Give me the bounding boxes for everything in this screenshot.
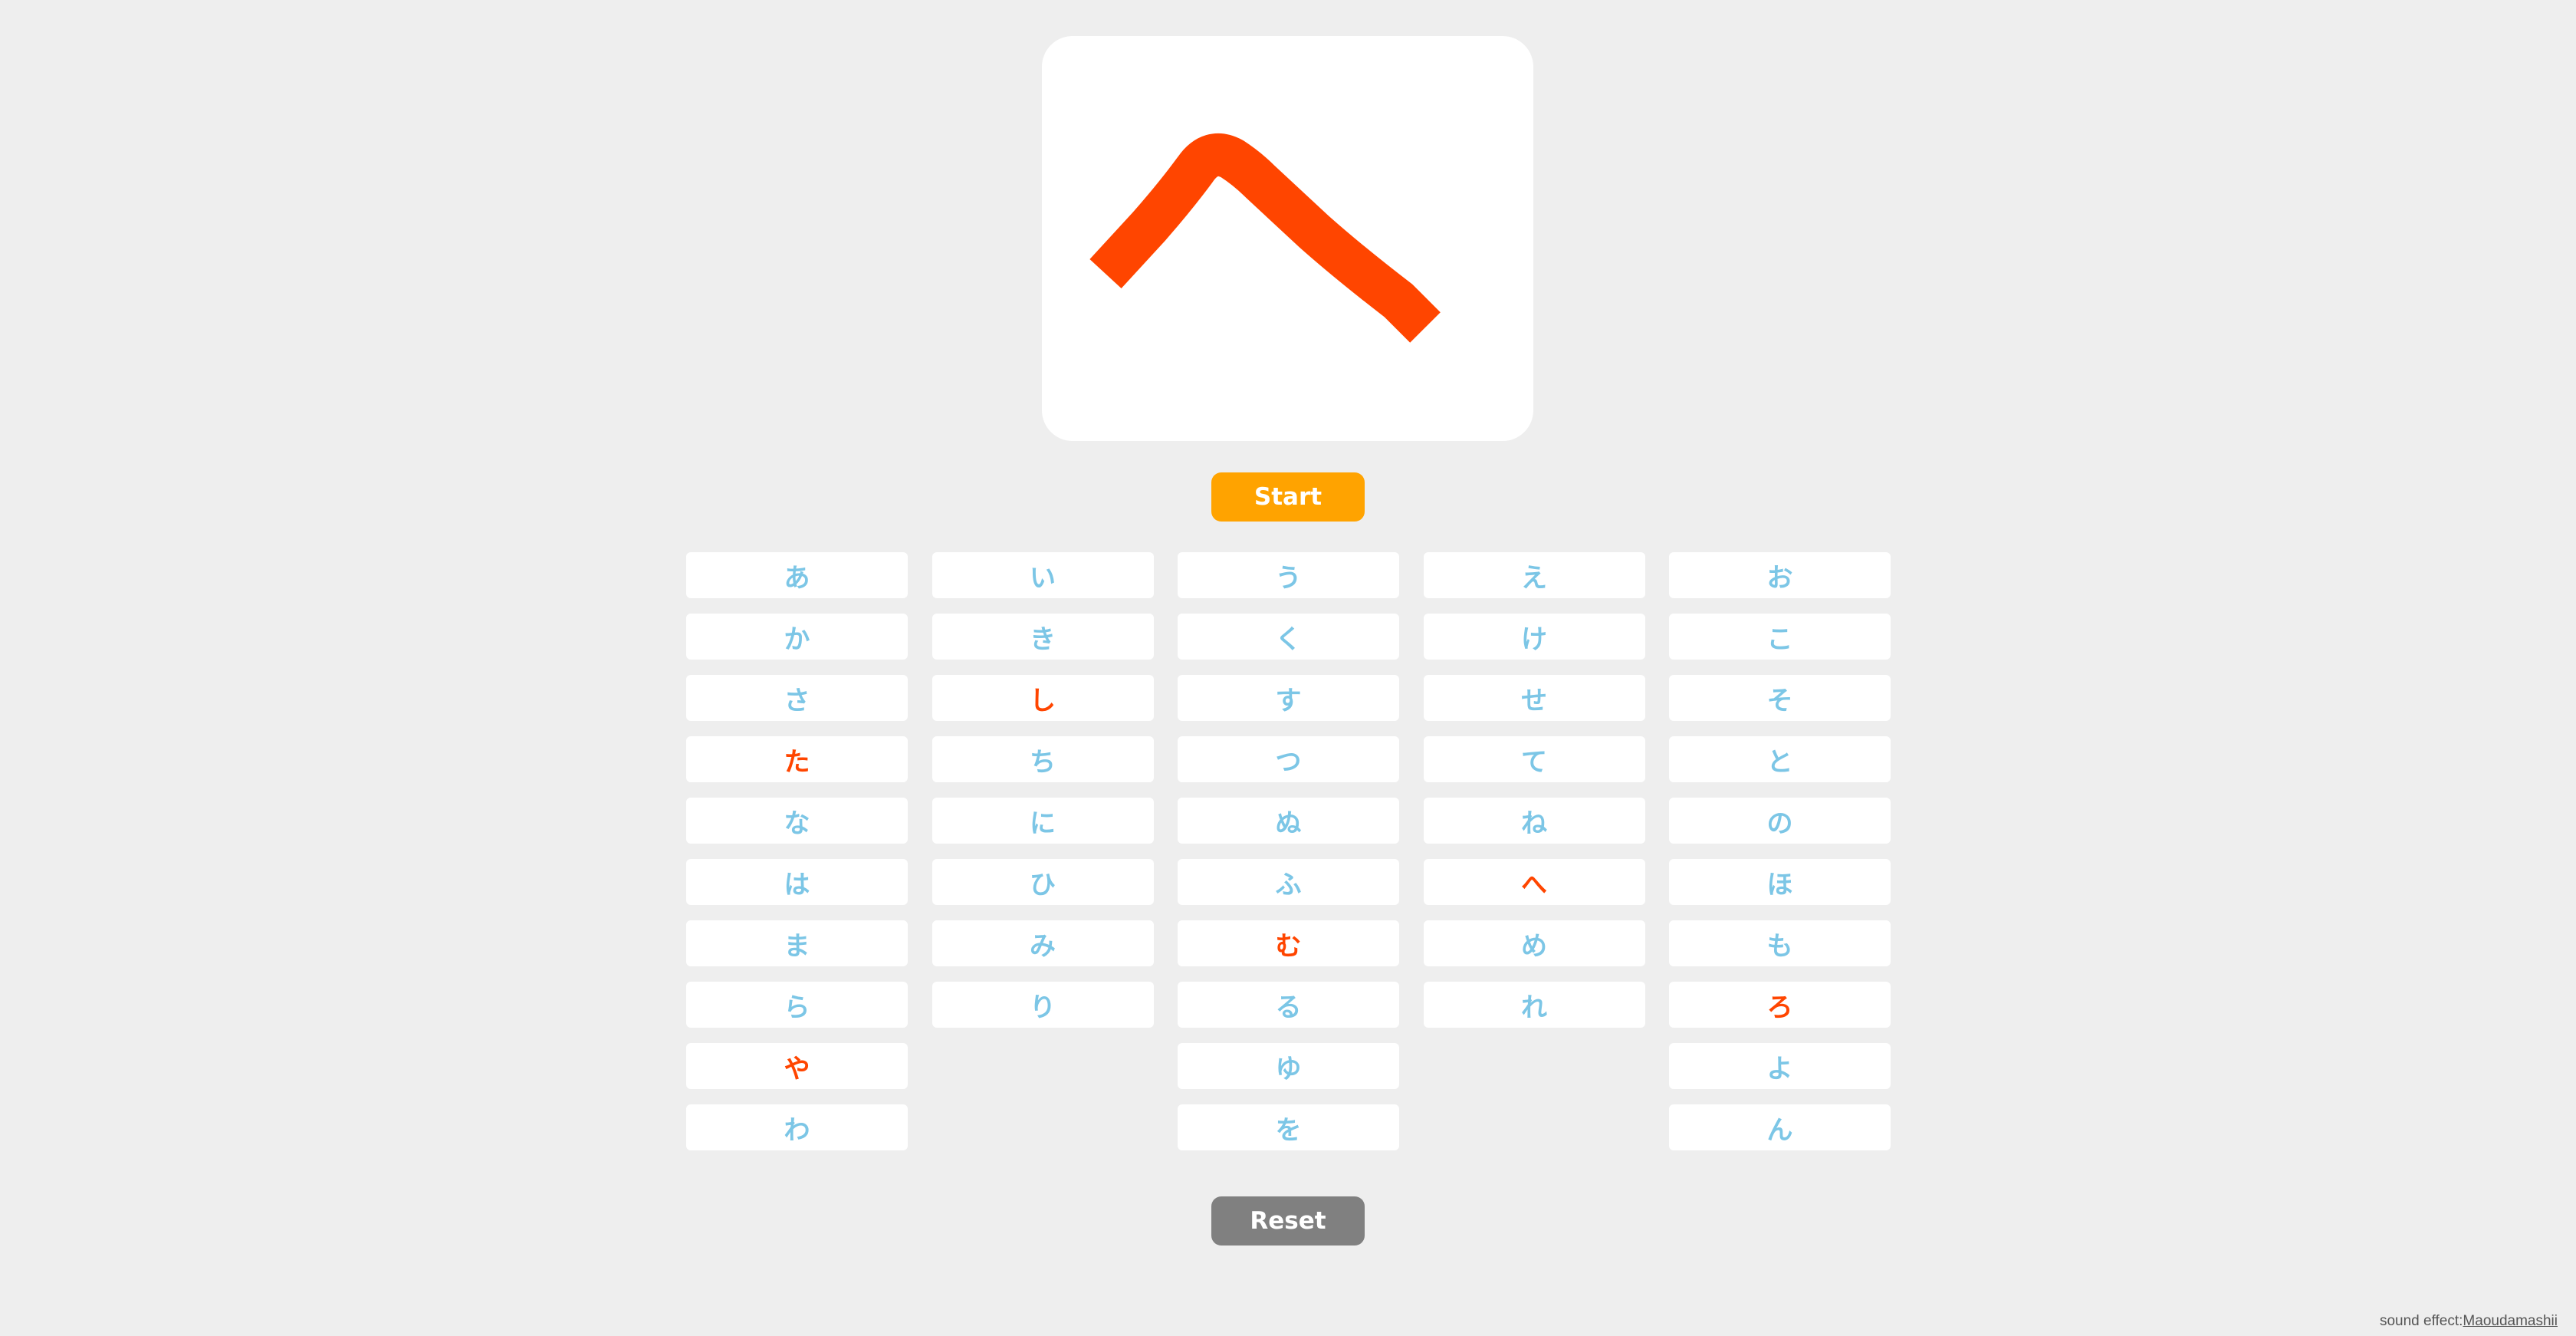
kana-button[interactable]: て	[1423, 736, 1645, 782]
kana-button[interactable]: ん	[1669, 1104, 1891, 1150]
character-display	[1042, 36, 1533, 441]
kana-button[interactable]: お	[1669, 552, 1891, 598]
kana-button[interactable]: き	[932, 614, 1154, 660]
kana-button[interactable]: せ	[1423, 675, 1645, 721]
kana-button[interactable]: さ	[686, 675, 908, 721]
kana-button[interactable]: れ	[1423, 982, 1645, 1028]
kana-button[interactable]: も	[1669, 920, 1891, 966]
empty-cell	[932, 1104, 1154, 1150]
kana-button[interactable]: え	[1423, 552, 1645, 598]
kana-button[interactable]: ゆ	[1178, 1043, 1399, 1089]
kana-button[interactable]: う	[1178, 552, 1399, 598]
kana-button[interactable]: の	[1669, 798, 1891, 844]
kana-button[interactable]: い	[932, 552, 1154, 598]
kana-button[interactable]: あ	[686, 552, 908, 598]
kana-button[interactable]: な	[686, 798, 908, 844]
kana-button[interactable]: る	[1178, 982, 1399, 1028]
kana-button[interactable]: に	[932, 798, 1154, 844]
kana-button[interactable]: め	[1423, 920, 1645, 966]
kana-button[interactable]: ね	[1423, 798, 1645, 844]
kana-button[interactable]: く	[1178, 614, 1399, 660]
kana-button[interactable]: か	[686, 614, 908, 660]
kana-button[interactable]: み	[932, 920, 1154, 966]
kana-button[interactable]: ち	[932, 736, 1154, 782]
kana-button[interactable]: ま	[686, 920, 908, 966]
empty-cell	[1424, 1104, 1645, 1150]
kana-button[interactable]: ろ	[1669, 982, 1891, 1028]
kana-button[interactable]: は	[686, 859, 908, 905]
kana-button[interactable]: わ	[686, 1104, 908, 1150]
kana-button[interactable]: け	[1423, 614, 1645, 660]
stroke-drawing	[1089, 133, 1441, 343]
kana-button[interactable]: つ	[1178, 736, 1399, 782]
credit-prefix: sound effect:	[2379, 1313, 2463, 1329]
he-stroke	[1089, 133, 1441, 343]
empty-cell	[1424, 1043, 1645, 1089]
sound-effect-credit: sound effect:Maoudamashii	[2380, 1313, 2558, 1330]
kana-button[interactable]: り	[932, 982, 1154, 1028]
kana-button[interactable]: へ	[1423, 859, 1645, 905]
kana-button[interactable]: ら	[686, 982, 908, 1028]
kana-grid: あいうえおかきくけこさしすせそたちつてとなにぬねのはひふへほまみむめもらりるれろ…	[686, 552, 1891, 1152]
kana-button[interactable]: し	[932, 675, 1154, 721]
kana-button[interactable]: や	[686, 1043, 908, 1089]
credit-link[interactable]: Maoudamashii	[2463, 1313, 2558, 1329]
kana-button[interactable]: そ	[1669, 675, 1891, 721]
kana-button[interactable]: ひ	[932, 859, 1154, 905]
empty-cell	[932, 1043, 1154, 1089]
kana-button[interactable]: ふ	[1178, 859, 1399, 905]
kana-button[interactable]: ぬ	[1178, 798, 1399, 844]
kana-button[interactable]: む	[1178, 920, 1399, 966]
kana-button[interactable]: ほ	[1669, 859, 1891, 905]
kana-button[interactable]: こ	[1669, 614, 1891, 660]
kana-button[interactable]: と	[1669, 736, 1891, 782]
kana-button[interactable]: よ	[1669, 1043, 1891, 1089]
kana-button[interactable]: を	[1178, 1104, 1399, 1150]
reset-button[interactable]: Reset	[1211, 1196, 1365, 1246]
kana-button[interactable]: す	[1178, 675, 1399, 721]
kana-button[interactable]: た	[686, 736, 908, 782]
start-button[interactable]: Start	[1211, 472, 1365, 522]
